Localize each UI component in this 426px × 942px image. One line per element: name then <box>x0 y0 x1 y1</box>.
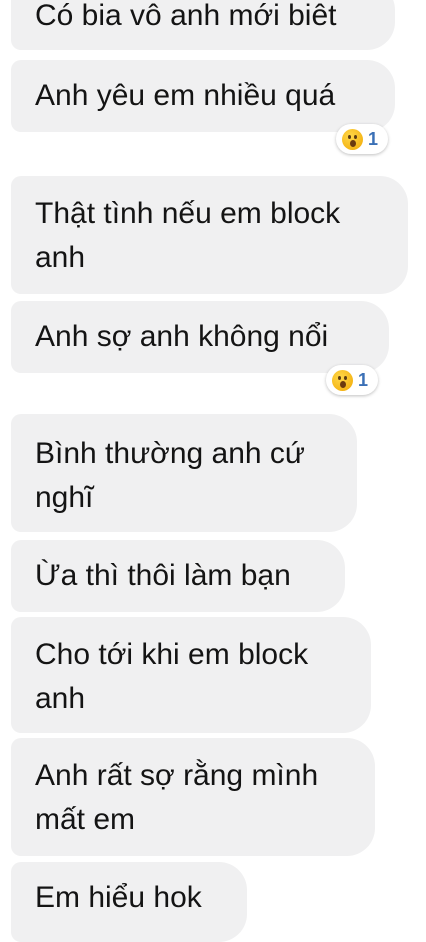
message-text: Anh yêu em nhiều quá <box>35 79 336 112</box>
message-text: Anh sợ anh không nổi <box>35 320 329 353</box>
message-bubble[interactable]: Anh sợ anh không nổi <box>11 301 389 373</box>
message-text: Em hiểu hok <box>35 881 202 914</box>
message-text: Anh rất sợ rằng mình mất em <box>35 759 319 836</box>
message-bubble[interactable]: Anh rất sợ rằng mình mất em <box>11 738 375 856</box>
reaction-badge[interactable]: 1 <box>326 365 379 395</box>
wow-face-icon <box>332 369 353 391</box>
message-text: Có bia vô anh mới biêt <box>35 0 337 32</box>
reaction-count: 1 <box>368 129 379 149</box>
reaction-badge[interactable]: 1 <box>336 124 389 154</box>
reaction-count: 1 <box>358 370 369 390</box>
message-text: Cho tới khi em block anh <box>35 638 309 715</box>
message-thread: Có bia vô anh mới biêt Anh yêu em nhiều … <box>0 0 426 942</box>
message-text: Bình thường anh cứ nghĩ <box>35 437 305 514</box>
message-bubble[interactable]: Anh yêu em nhiều quá <box>11 60 395 132</box>
message-bubble[interactable]: Cho tới khi em block anh <box>11 617 371 733</box>
message-bubble[interactable]: Thật tình nếu em block anh <box>11 176 408 294</box>
wow-face-icon <box>342 128 363 150</box>
message-text: Thật tình nếu em block anh <box>35 197 341 274</box>
message-bubble[interactable]: Bình thường anh cứ nghĩ <box>11 414 357 532</box>
message-bubble[interactable]: Em hiểu hok <box>11 862 247 942</box>
message-bubble[interactable]: Có bia vô anh mới biêt <box>11 0 395 50</box>
message-bubble[interactable]: Ừa thì thôi làm bạn <box>11 540 345 612</box>
message-text: Ừa thì thôi làm bạn <box>35 559 291 592</box>
